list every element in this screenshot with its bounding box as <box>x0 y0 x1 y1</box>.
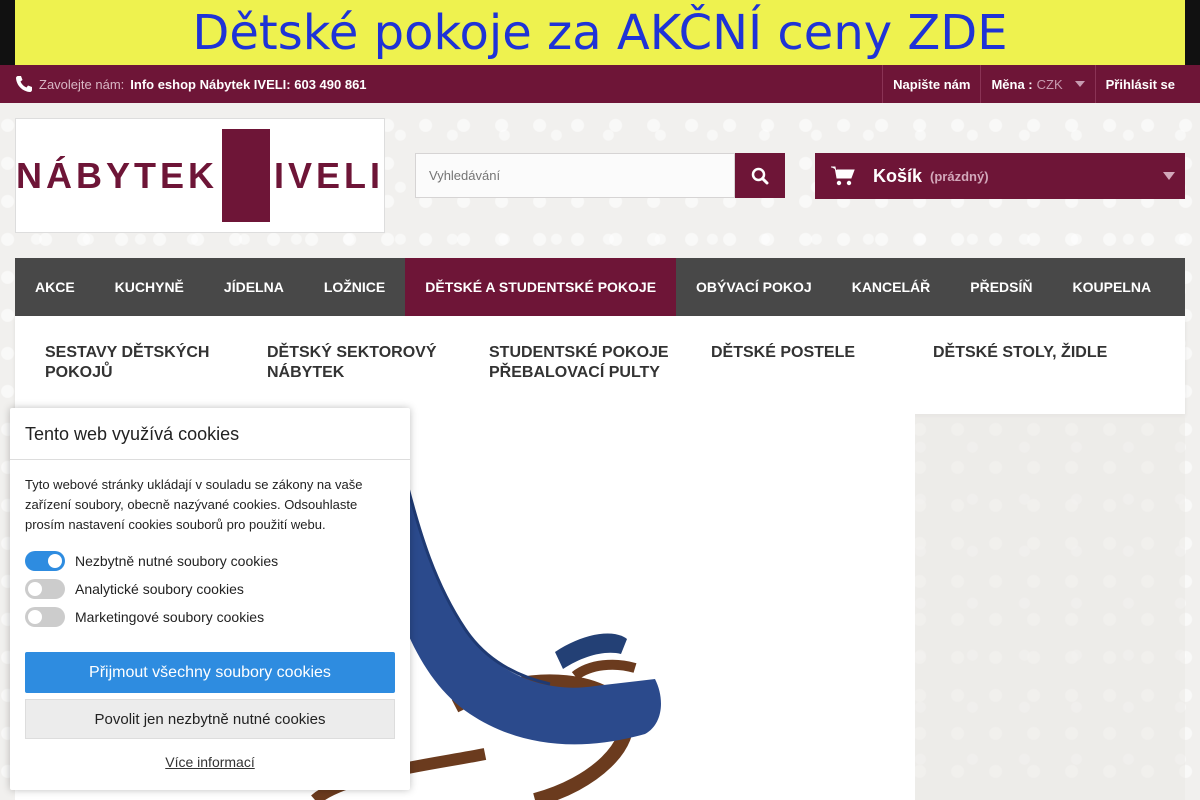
submenu-stoly-zidle[interactable]: DĚTSKÉ STOLY, ŽIDLE <box>933 343 1133 363</box>
accept-all-button[interactable]: Přijmout všechny soubory cookies <box>25 652 395 693</box>
currency-selector[interactable]: Měna : CZK <box>980 65 1094 103</box>
submenu-sestavy[interactable]: SESTAVY DĚTSKÝCH POKOJŮ <box>45 343 245 383</box>
site-logo[interactable]: NÁBYTEK IVELI <box>15 118 385 233</box>
cookie-option-necessary: Nezbytně nutné soubory cookies <box>25 551 278 571</box>
menu-item-koupelna[interactable]: KOUPELNA <box>1053 258 1172 316</box>
analytics-label: Analytické soubory cookies <box>75 581 244 597</box>
menu-item-loznice[interactable]: LOŽNICE <box>304 258 405 316</box>
contact-label: Zavolejte nám: <box>39 76 125 92</box>
submenu-column-3: STUDENTSKÉ POKOJE PŘEBALOVACÍ PULTY <box>489 343 699 383</box>
cookie-option-analytics: Analytické soubory cookies <box>25 579 244 599</box>
cookie-option-marketing: Marketingové soubory cookies <box>25 607 264 627</box>
logo-block <box>222 129 270 222</box>
menu-item-akce[interactable]: AKCE <box>15 258 95 316</box>
toggle-knob <box>28 582 42 596</box>
search-icon <box>751 167 769 184</box>
menu-item-kancelar[interactable]: KANCELÁŘ <box>832 258 951 316</box>
chevron-down-icon <box>1074 81 1085 87</box>
marketing-label: Marketingové soubory cookies <box>75 609 265 625</box>
promo-banner-link[interactable]: Dětské pokoje za AKČNÍ ceny ZDE <box>15 0 1185 65</box>
submenu-postele[interactable]: DĚTSKÉ POSTELE <box>711 343 911 363</box>
cookie-dialog: Tento web využívá cookies Tyto webové st… <box>10 408 410 790</box>
right-column <box>915 414 1185 800</box>
toggle-knob <box>28 610 42 624</box>
search-input[interactable] <box>415 153 735 198</box>
phone-icon <box>15 75 33 93</box>
menu-item-jidelna[interactable]: JÍDELNA <box>204 258 304 316</box>
menu-item-kuchyne[interactable]: KUCHYNĚ <box>95 258 204 316</box>
cookie-title: Tento web využívá cookies <box>10 408 410 460</box>
promo-banner[interactable]: Dětské pokoje za AKČNÍ ceny ZDE <box>0 0 1200 65</box>
necessary-only-button[interactable]: Povolit jen nezbytně nutné cookies <box>25 699 395 739</box>
main-menu: AKCE KUCHYNĚ JÍDELNA LOŽNICE DĚTSKÉ A ST… <box>15 258 1185 316</box>
toggle-knob <box>48 554 62 568</box>
menu-item-detske-pokoje[interactable]: DĚTSKÉ A STUDENTSKÉ POKOJE <box>405 258 677 316</box>
cart-label: Košík <box>873 165 923 186</box>
top-bar-actions: Napište nám Měna : CZK Přihlásit se <box>882 65 1185 103</box>
currency-value: CZK <box>1036 76 1063 92</box>
search-form <box>415 153 785 198</box>
cart-icon <box>831 166 855 186</box>
cart-button[interactable]: Košík (prázdný) <box>815 153 1185 199</box>
menu-item-predsin[interactable]: PŘEDSÍŇ <box>950 258 1052 316</box>
submenu-prebalovaci[interactable]: PŘEBALOVACÍ PULTY <box>489 363 699 383</box>
search-button[interactable] <box>735 153 785 198</box>
cookie-text: Tyto webové stránky ukládají v souladu s… <box>25 477 363 532</box>
login-link[interactable]: Přihlásit se <box>1094 65 1185 103</box>
chevron-down-icon <box>1163 172 1175 180</box>
necessary-label: Nezbytně nutné soubory cookies <box>75 553 279 569</box>
contact-info: Zavolejte nám: Info eshop Nábytek IVELI:… <box>15 65 367 103</box>
submenu-sektorovy[interactable]: DĚTSKÝ SEKTOROVÝ NÁBYTEK <box>267 343 467 383</box>
currency-label: Měna : <box>991 76 1033 92</box>
write-us-link[interactable]: Napište nám <box>882 65 980 103</box>
analytics-toggle[interactable] <box>25 579 65 599</box>
necessary-toggle[interactable] <box>25 551 65 571</box>
cart-status: (prázdný) <box>930 168 989 184</box>
top-bar: Zavolejte nám: Info eshop Nábytek IVELI:… <box>0 65 1200 103</box>
marketing-toggle[interactable] <box>25 607 65 627</box>
contact-phone: Info eshop Nábytek IVELI: 603 490 861 <box>130 76 367 92</box>
logo-text-right: IVELI <box>273 154 384 196</box>
more-info-link[interactable]: Více informací <box>10 754 410 770</box>
submenu-panel: SESTAVY DĚTSKÝCH POKOJŮ DĚTSKÝ SEKTOROVÝ… <box>15 316 1185 414</box>
logo-text-left: NÁBYTEK <box>16 154 219 196</box>
submenu-studentske[interactable]: STUDENTSKÉ POKOJE <box>489 343 699 363</box>
menu-item-obyvaci-pokoj[interactable]: OBÝVACÍ POKOJ <box>676 258 832 316</box>
